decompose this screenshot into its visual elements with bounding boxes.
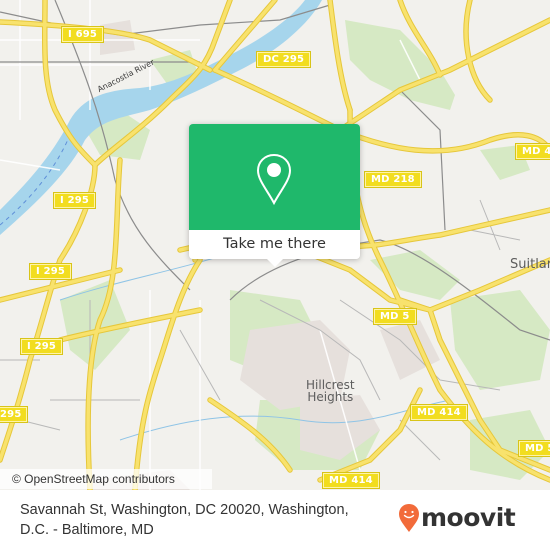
footer: Savannah St, Washington, DC 20020, Washi… [0, 490, 550, 550]
route-shield-md414: MD 414 [410, 404, 468, 421]
route-shield-md414: MD 414 [322, 472, 380, 489]
route-shield-i295: I 295 [28, 263, 73, 280]
take-me-there-button[interactable]: Take me there [189, 230, 360, 259]
route-shield-md5: MD 5 [373, 308, 417, 325]
moovit-logo[interactable]: moovit [398, 503, 516, 533]
route-shield-md5: MD 5 [518, 440, 550, 457]
route-shield-i295: I 295 [19, 338, 64, 355]
route-shield-md218: MD 218 [364, 171, 422, 188]
route-shield-dc295: DC 295 [255, 51, 312, 68]
map-canvas[interactable]: Anacostia River I 695 DC 295 I 295 I 295… [0, 0, 550, 490]
popup-pointer [267, 259, 283, 267]
map-attribution[interactable]: © OpenStreetMap contributors [0, 469, 212, 489]
brand-name: moovit [421, 503, 516, 532]
route-shield-i295: I 295 [52, 192, 97, 209]
map-pin-icon [256, 153, 292, 205]
popup-header [189, 124, 360, 230]
place-label-hillcrest-heights: Hillcrest Heights [306, 379, 355, 403]
place-label-line: Heights [307, 390, 354, 404]
moovit-smile-pin-icon [399, 504, 419, 532]
address-line: D.C. - Baltimore, MD [20, 522, 154, 538]
location-popup: Take me there [189, 124, 360, 267]
route-shield-md4: MD 4 [515, 143, 550, 160]
address: Savannah St, Washington, DC 20020, Washi… [20, 500, 380, 540]
place-label-suitland: Suitland [510, 257, 550, 272]
route-shield-i295: 295 [0, 406, 29, 423]
address-line: Savannah St, Washington, DC 20020, Washi… [20, 502, 349, 518]
route-shield-i695: I 695 [60, 26, 105, 43]
